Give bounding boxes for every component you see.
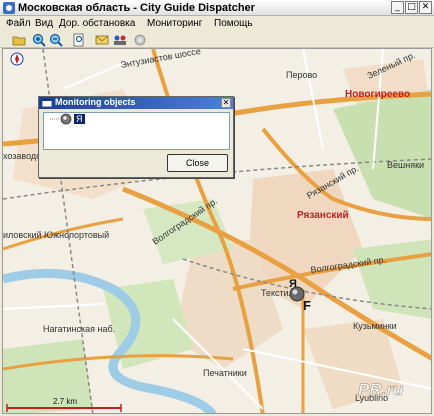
- objects-list[interactable]: Я: [43, 112, 230, 150]
- label-veshnyaki: Вешняки: [387, 160, 424, 170]
- label-ryazansky: Рязанский: [297, 210, 349, 221]
- menu-file[interactable]: Файл: [6, 18, 31, 29]
- scale-label: 2.7 km: [53, 397, 77, 406]
- mail-icon[interactable]: [95, 33, 109, 47]
- menu-help[interactable]: Помощь: [214, 18, 253, 29]
- marker-label-top: Я: [289, 278, 297, 290]
- close-window-button[interactable]: ✕: [419, 1, 432, 14]
- app-window: Московская область - City Guide Dispatch…: [0, 0, 434, 416]
- label-nagatinskaya: Нагатинская наб.: [43, 324, 115, 334]
- objects-icon[interactable]: [113, 33, 127, 47]
- monitoring-objects-dialog: Monitoring objects ✕ Я Close: [38, 96, 234, 178]
- object-item-label[interactable]: Я: [74, 114, 85, 124]
- label-perovo: Перово: [286, 70, 317, 80]
- settings-icon[interactable]: [133, 33, 147, 47]
- find-icon[interactable]: [72, 33, 86, 47]
- compass-icon[interactable]: [10, 52, 24, 66]
- zoom-out-icon[interactable]: [49, 33, 63, 47]
- menu-traffic[interactable]: Дор. обстановка: [59, 18, 135, 29]
- dialog-close-button[interactable]: Close: [167, 154, 228, 172]
- dialog-close-icon[interactable]: ✕: [221, 98, 231, 108]
- dialog-title: Monitoring objects: [55, 97, 136, 107]
- dialog-window-icon: [42, 99, 52, 107]
- dialog-title-bar[interactable]: Monitoring objects ✕: [39, 97, 233, 109]
- minimize-button[interactable]: _: [391, 1, 404, 14]
- menu-bar: Файл Вид Дор. обстановка Мониторинг Помо…: [0, 16, 434, 32]
- label-novogireevo: Новогиреево: [345, 89, 410, 100]
- marker-label-bottom: F: [303, 298, 311, 313]
- label-pechatniki: Печатники: [203, 368, 247, 378]
- window-title: Московская область - City Guide Dispatch…: [18, 2, 255, 14]
- title-bar: Московская область - City Guide Dispatch…: [0, 0, 434, 16]
- watermark: PR.ru: [358, 380, 404, 399]
- open-folder-icon[interactable]: [12, 33, 26, 47]
- menu-view[interactable]: Вид: [35, 18, 53, 29]
- label-yuzhnoportovy: иловский Южнопортовый: [3, 230, 109, 240]
- tree-node-icon: [50, 113, 72, 125]
- maximize-button[interactable]: □: [405, 1, 418, 14]
- menu-monitoring[interactable]: Мониторинг: [147, 18, 202, 29]
- toolbar: [0, 32, 434, 48]
- label-kuzminki: Кузьминки: [353, 321, 397, 331]
- zoom-in-icon[interactable]: [32, 33, 46, 47]
- app-icon: [3, 2, 15, 14]
